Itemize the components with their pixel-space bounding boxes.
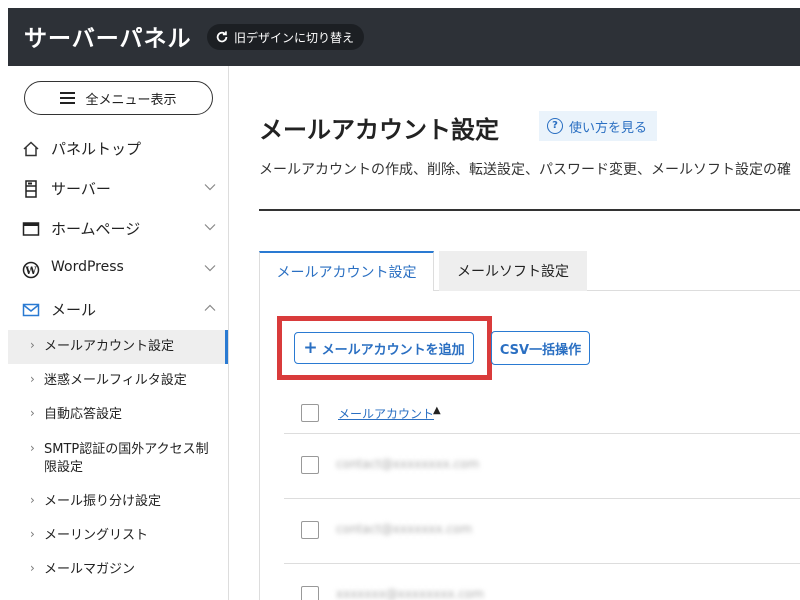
- sidebar-subitem-smtp-restriction[interactable]: › SMTP認証の国外アクセス制限設定: [8, 441, 228, 481]
- sidebar-subitem-label: SMTP認証の国外アクセス制限設定: [44, 442, 209, 475]
- top-header: サーバーパネル 旧デザインに切り替え: [8, 8, 800, 66]
- table-row-divider: [284, 433, 800, 434]
- window-frame-top: [0, 0, 800, 8]
- page-title: メールアカウント設定: [259, 116, 499, 144]
- sidebar-item-label: メール: [51, 301, 97, 319]
- chevron-down-icon: [204, 184, 216, 191]
- chevron-down-icon: [204, 224, 216, 231]
- csv-bulk-button[interactable]: CSV一括操作: [491, 331, 590, 365]
- help-button[interactable]: ? 使い方を見る: [539, 111, 658, 141]
- browser-window-icon: [22, 222, 40, 236]
- sidebar-item-homepage[interactable]: ホームページ: [8, 208, 228, 248]
- chevron-right-icon: ›: [30, 338, 35, 352]
- divider: [259, 209, 800, 211]
- column-header-mail-account[interactable]: メールアカウント: [338, 405, 434, 422]
- row-checkbox[interactable]: [301, 521, 319, 539]
- svg-text:W: W: [24, 266, 37, 277]
- hamburger-icon: [60, 92, 76, 104]
- refresh-icon: [216, 31, 228, 43]
- chevron-down-icon: [204, 265, 216, 272]
- select-all-checkbox[interactable]: [301, 404, 319, 422]
- chevron-right-icon: ›: [30, 493, 35, 507]
- chevron-right-icon: ›: [30, 561, 35, 575]
- chevron-right-icon: ›: [30, 406, 35, 420]
- chevron-up-icon: [204, 304, 216, 311]
- tab-mail-account-settings[interactable]: メールアカウント設定: [259, 251, 434, 291]
- page-description: メールアカウントの作成、削除、転送設定、パスワード変更、メールソフト設定の確: [259, 162, 791, 178]
- sidebar-item-label: パネルトップ: [51, 140, 142, 158]
- sort-ascending-icon: ▲: [433, 405, 441, 416]
- switch-old-design-label: 旧デザインに切り替え: [234, 30, 355, 45]
- sidebar-subitem-label: メールマガジン: [44, 562, 136, 577]
- row-checkbox[interactable]: [301, 456, 319, 474]
- sidebar-subitem-mail-magazine[interactable]: › メールマガジン: [8, 561, 228, 591]
- all-menu-label: 全メニュー表示: [85, 92, 177, 108]
- sidebar-item-mail[interactable]: メール: [8, 289, 228, 329]
- all-menu-button[interactable]: 全メニュー表示: [24, 81, 213, 115]
- sidebar-subitem-mail-sorting[interactable]: › メール振り分け設定: [8, 493, 228, 523]
- tab-mail-software-settings[interactable]: メールソフト設定: [439, 251, 587, 291]
- sidebar-item-label: サーバー: [51, 180, 111, 198]
- sidebar-subitem-label: 迷惑メールフィルタ設定: [44, 373, 187, 388]
- server-icon: [25, 180, 37, 198]
- sidebar-item-wordpress[interactable]: W WordPress: [8, 249, 228, 289]
- chevron-right-icon: ›: [30, 372, 35, 386]
- home-icon: [23, 141, 39, 157]
- table-row-divider: [284, 563, 800, 564]
- switch-old-design-button[interactable]: 旧デザインに切り替え: [207, 24, 365, 50]
- main-content: メールアカウント設定 ? 使い方を見る メールアカウントの作成、削除、転送設定、…: [229, 66, 800, 600]
- sidebar-subitem-mailing-list[interactable]: › メーリングリスト: [8, 527, 228, 557]
- highlight-box: [277, 316, 492, 380]
- row-checkbox[interactable]: [301, 586, 319, 600]
- sidebar-subitem-label: メーリングリスト: [44, 528, 149, 543]
- help-label: 使い方を見る: [569, 120, 648, 136]
- window-frame-left: [0, 0, 8, 600]
- sidebar-item-server[interactable]: サーバー: [8, 168, 228, 208]
- table-cell-account[interactable]: contact@xxxxxxx.com: [336, 522, 472, 536]
- sidebar-subitem-auto-reply[interactable]: › 自動応答設定: [8, 406, 228, 436]
- table-cell-account[interactable]: contact@xxxxxxxx.com: [336, 457, 479, 471]
- wordpress-icon: W: [22, 261, 40, 279]
- question-icon: ?: [547, 118, 563, 134]
- sidebar-item-panel-top[interactable]: パネルトップ: [8, 128, 228, 168]
- sidebar-subitem-label: 自動応答設定: [44, 407, 123, 422]
- table-row-divider: [284, 498, 800, 499]
- sidebar-item-label: WordPress: [51, 259, 124, 275]
- brand-title: サーバーパネル: [24, 26, 192, 52]
- sidebar-item-label: ホームページ: [51, 220, 141, 238]
- mail-icon: [22, 303, 40, 317]
- sidebar-subitem-label: メールアカウント設定: [44, 339, 175, 354]
- table-cell-account[interactable]: xxxxxxx@xxxxxxxx.com: [336, 587, 484, 600]
- sidebar: 全メニュー表示 パネルトップ サーバー ホームページ W WordPress メ…: [8, 66, 229, 600]
- sidebar-subitem-spam-filter[interactable]: › 迷惑メールフィルタ設定: [8, 372, 228, 402]
- sidebar-subitem-mail-account[interactable]: › メールアカウント設定: [8, 330, 228, 364]
- sidebar-subitem-label: メール振り分け設定: [44, 494, 162, 509]
- chevron-right-icon: ›: [30, 527, 35, 541]
- chevron-right-icon: ›: [30, 441, 35, 455]
